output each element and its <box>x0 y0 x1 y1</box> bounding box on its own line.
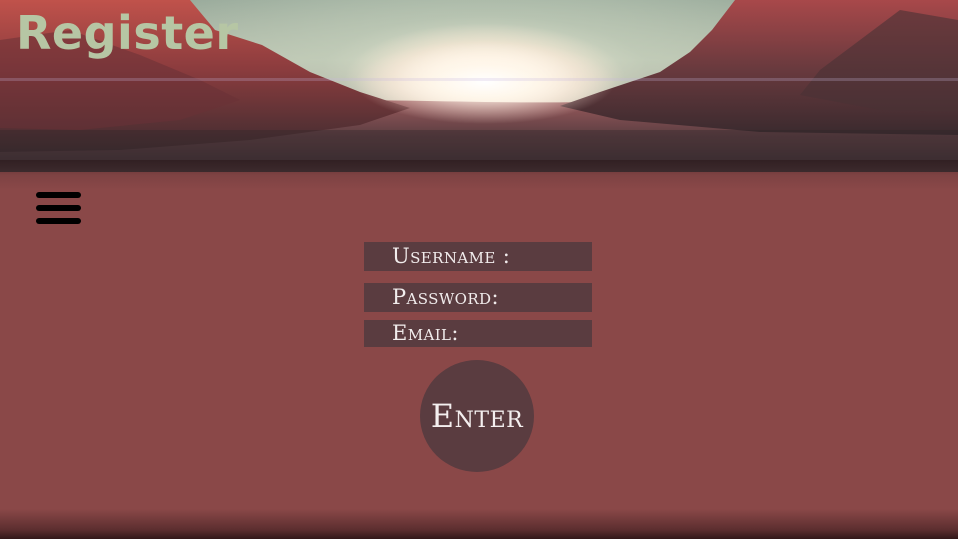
enter-button[interactable]: Enter <box>420 360 534 472</box>
menu-bar-line <box>36 205 81 211</box>
username-input[interactable] <box>364 242 592 271</box>
menu-bar-line <box>36 192 81 198</box>
page-title: Register <box>16 6 239 60</box>
header-banner-image: Register <box>0 0 958 172</box>
password-field[interactable]: Password: <box>364 283 592 312</box>
hamburger-menu-icon[interactable] <box>36 192 81 226</box>
email-input[interactable] <box>364 320 592 347</box>
register-page: Register Username : Password: Email: Ent… <box>0 0 958 539</box>
banner-shadow <box>0 160 958 190</box>
username-field[interactable]: Username : <box>364 242 592 271</box>
email-field[interactable]: Email: <box>364 320 592 347</box>
menu-bar-line <box>36 218 81 224</box>
password-input[interactable] <box>364 283 592 312</box>
bottom-shade <box>0 509 958 539</box>
